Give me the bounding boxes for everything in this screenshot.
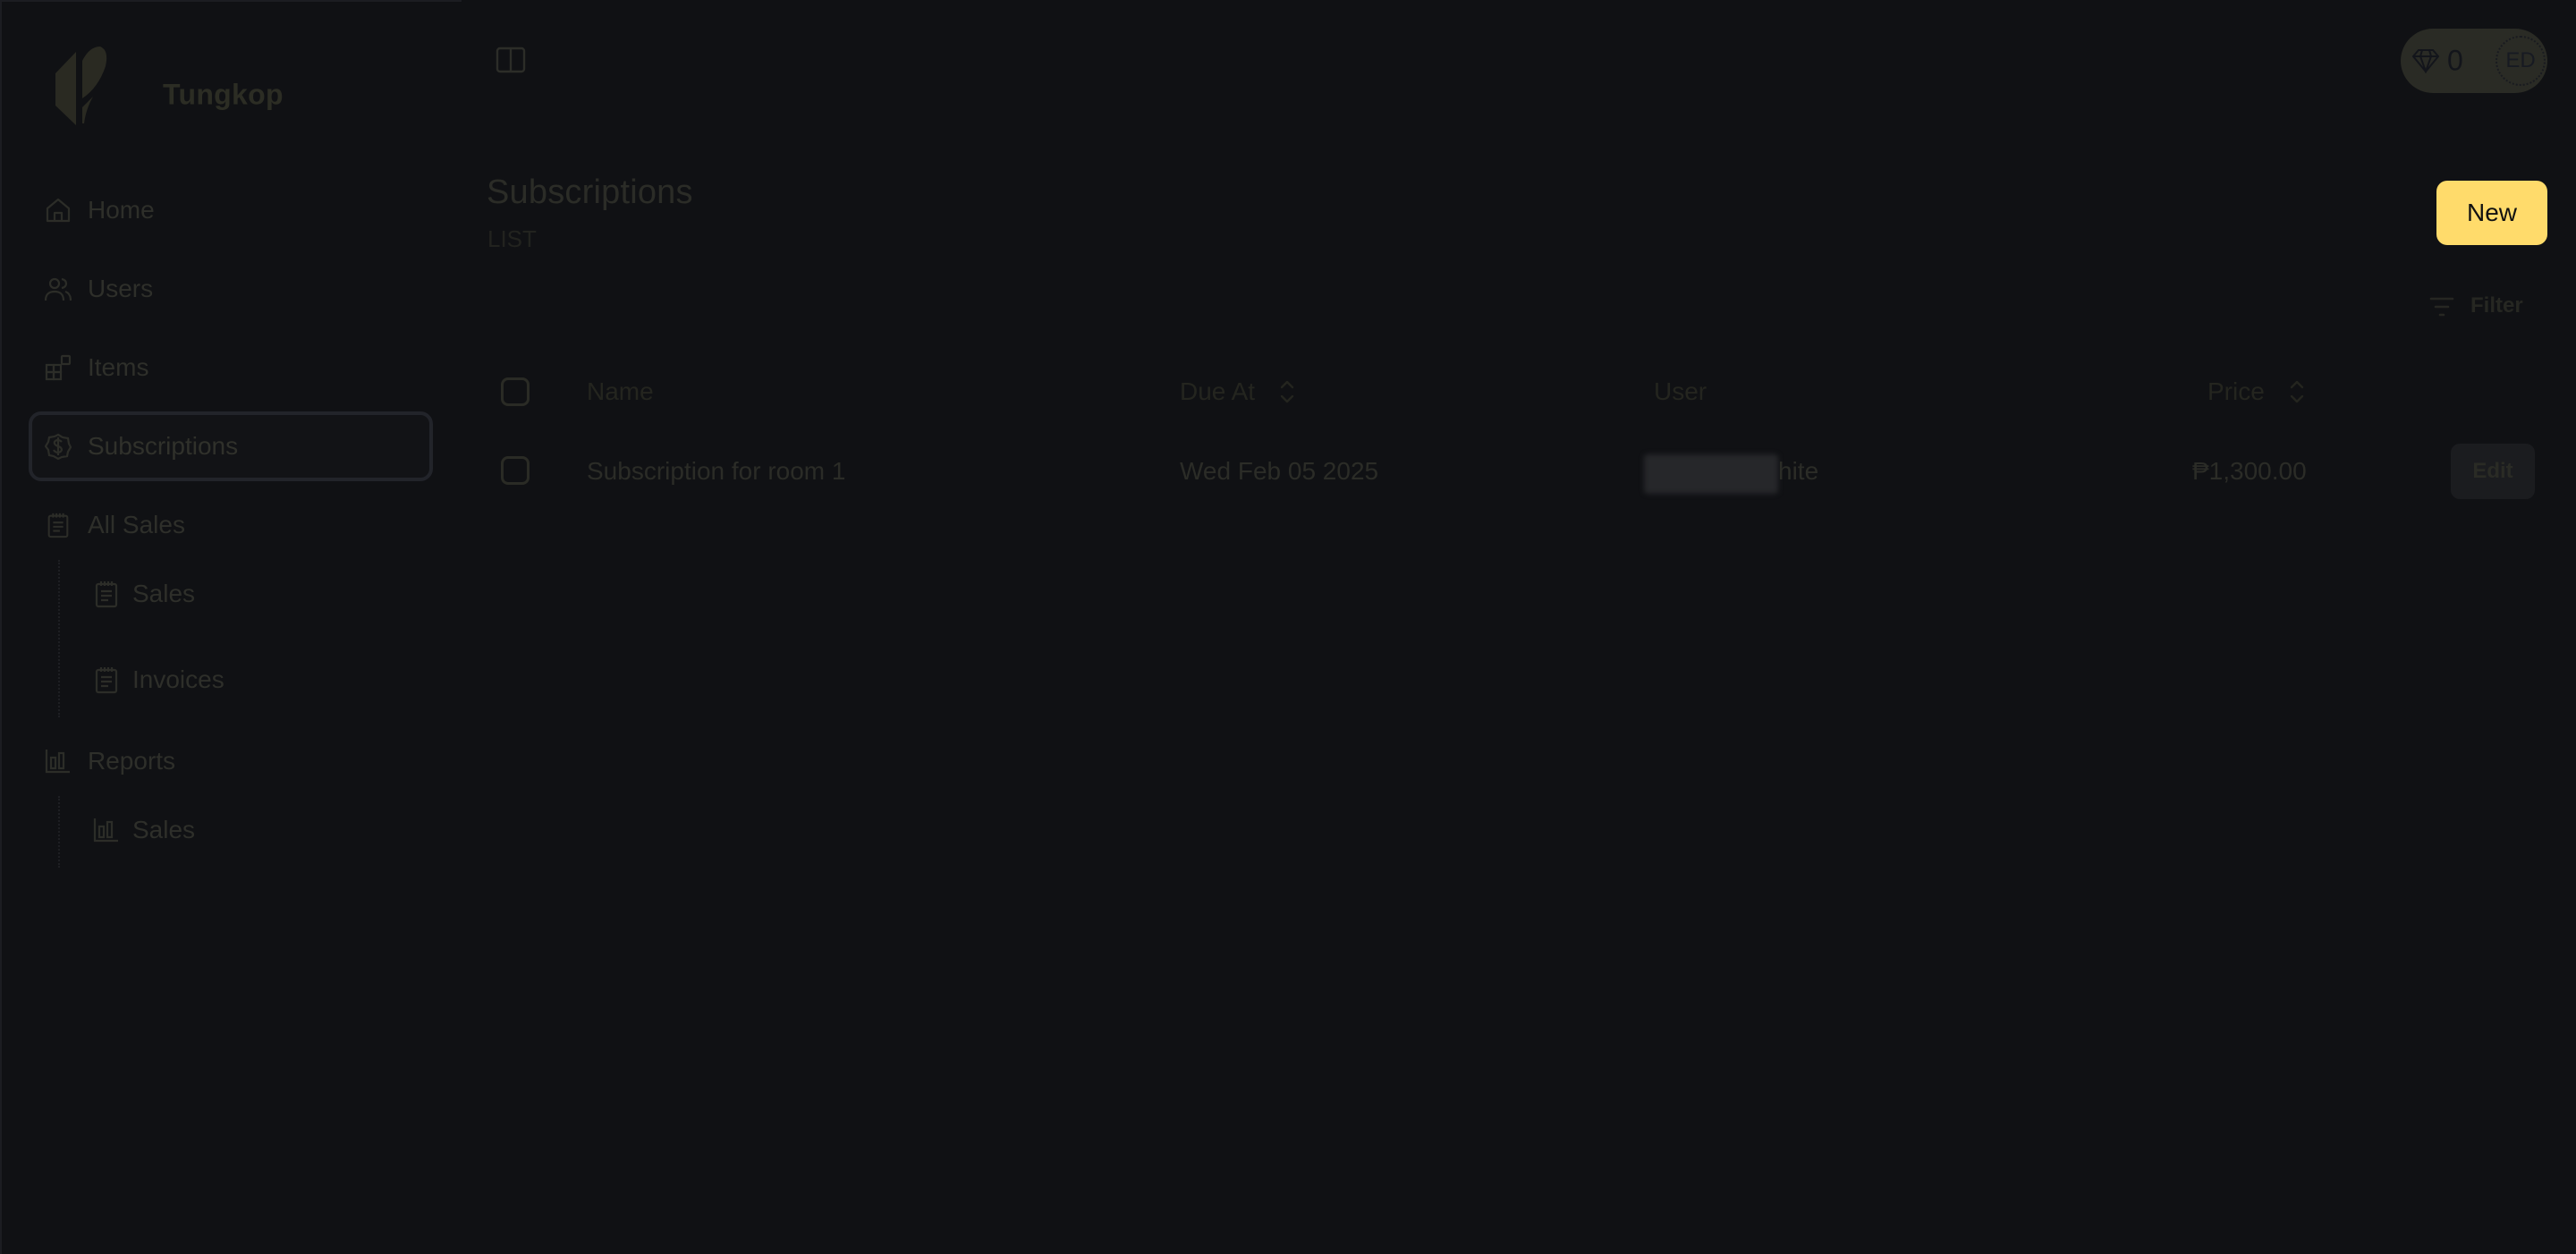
sidebar-item-label: All Sales [88, 511, 185, 538]
column-header-name: Name [587, 377, 654, 405]
sidebar-top-border [2, 0, 462, 2]
app-root: Tungkop Home Users Items Subscriptions A… [0, 0, 2576, 1254]
tree-line [58, 560, 60, 717]
row-checkbox[interactable] [501, 456, 530, 485]
sidebar-item-label: Sales [132, 816, 196, 843]
notepad-icon [95, 667, 118, 694]
sidebar-item-label: Home [88, 196, 155, 224]
tree-line [58, 796, 60, 868]
cell-user: hite [1778, 457, 1819, 485]
brand[interactable]: Tungkop [38, 30, 431, 136]
sidebar-toggle-button[interactable] [495, 45, 527, 75]
sidebar-item-home[interactable]: Home [29, 175, 433, 245]
sidebar-item-users[interactable]: Users [29, 254, 433, 324]
sort-icon[interactable] [2289, 379, 2305, 404]
sidebar-item-all-sales[interactable]: All Sales [29, 490, 433, 560]
filter-label: Filter [2470, 293, 2523, 318]
notepad-icon [95, 581, 118, 608]
sidebar-item-label: Reports [88, 747, 176, 775]
page-title: Subscriptions [487, 174, 693, 211]
column-header-user: User [1654, 377, 1707, 405]
filter-button[interactable]: Filter [2429, 292, 2537, 322]
column-header-price[interactable]: Price [2207, 377, 2265, 406]
users-icon [45, 277, 72, 301]
new-subscription-button[interactable]: New [2436, 181, 2547, 245]
sidebar-item-label: Invoices [132, 665, 225, 693]
select-all-checkbox[interactable] [501, 377, 530, 406]
bar-chart-icon [45, 750, 70, 774]
notepad-icon [47, 513, 69, 538]
dollar-badge-icon [45, 433, 72, 460]
sidebar-subitem-report-sales[interactable]: Sales [72, 796, 433, 864]
sidebar-item-label: Subscriptions [88, 432, 239, 460]
leaf-logo-icon [55, 47, 107, 125]
cell-price: ₱1,300.00 [2192, 457, 2307, 485]
sidebar-toggle-icon [496, 47, 526, 73]
sidebar-item-label: Users [88, 275, 154, 302]
sidebar-item-reports[interactable]: Reports [29, 726, 433, 796]
account-menu[interactable]: 0 ED [2401, 29, 2547, 93]
gem-icon [2411, 49, 2440, 73]
home-icon [46, 198, 71, 223]
sidebar-item-label: Items [88, 353, 149, 381]
items-icon [45, 354, 72, 381]
credit-count: 0 [2447, 44, 2463, 77]
sidebar-subitem-sales[interactable]: Sales [72, 560, 433, 628]
redacted-user-name [1644, 454, 1778, 494]
edit-button[interactable]: Edit [2451, 444, 2535, 499]
page-subtitle: LIST [487, 225, 537, 252]
brand-name: Tungkop [163, 78, 284, 111]
bar-chart-icon [93, 818, 118, 843]
avatar[interactable]: ED [2496, 36, 2546, 86]
sidebar-item-label: Sales [132, 580, 196, 607]
cell-due-at: Wed Feb 05 2025 [1180, 457, 1379, 485]
sidebar-item-subscriptions[interactable]: Subscriptions [29, 411, 433, 481]
filter-icon [2429, 297, 2454, 317]
sidebar-subitem-invoices[interactable]: Invoices [72, 646, 433, 714]
cell-name: Subscription for room 1 [587, 457, 846, 485]
sort-icon[interactable] [1279, 379, 1295, 404]
sidebar-item-items[interactable]: Items [29, 333, 433, 402]
sidebar: Tungkop Home Users Items Subscriptions A… [0, 0, 462, 1254]
column-header-due-at[interactable]: Due At [1180, 377, 1255, 406]
